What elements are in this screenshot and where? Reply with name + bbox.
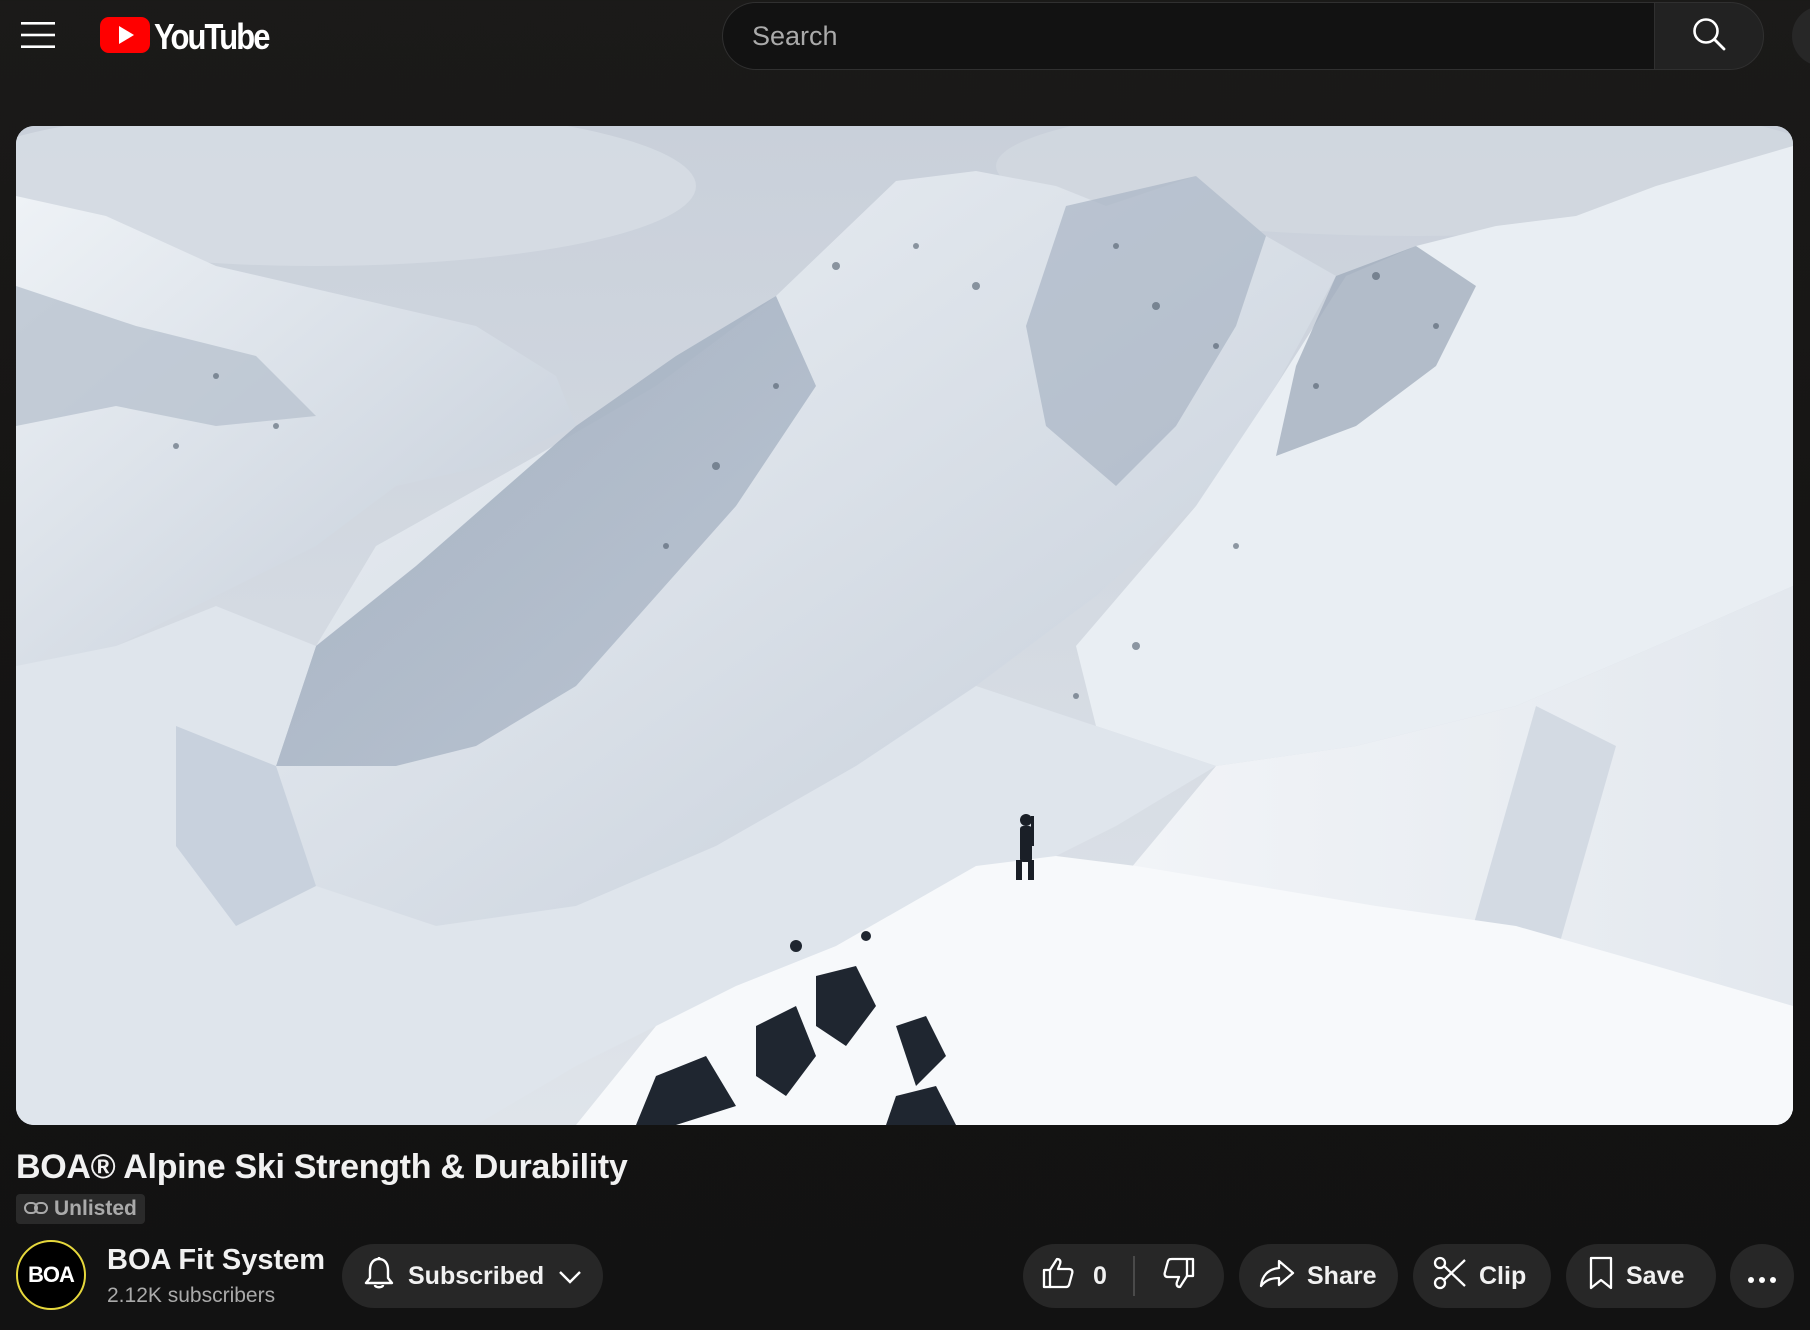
save-button[interactable]: Save	[1566, 1244, 1716, 1308]
clip-button[interactable]: Clip	[1413, 1244, 1551, 1308]
chevron-down-icon	[558, 1262, 582, 1291]
subscribed-button[interactable]: Subscribed	[342, 1244, 603, 1308]
more-horizontal-icon	[1747, 1262, 1777, 1291]
more-actions-button[interactable]	[1730, 1244, 1794, 1308]
subscriber-count: 2.12K subscribers	[107, 1284, 276, 1307]
youtube-play-icon	[100, 16, 150, 58]
subscribed-label: Subscribed	[408, 1261, 545, 1290]
create-button[interactable]	[1792, 6, 1810, 66]
share-label: Share	[1307, 1261, 1377, 1290]
masthead: YouTube	[0, 0, 1810, 76]
like-button[interactable]: 0	[1023, 1244, 1133, 1308]
unlisted-link-icon	[24, 1197, 48, 1221]
bookmark-icon	[1588, 1256, 1614, 1297]
search-icon	[1691, 16, 1727, 57]
like-count: 0	[1093, 1261, 1107, 1290]
avatar-text: BOA	[28, 1262, 75, 1287]
youtube-logo[interactable]: YouTube	[100, 16, 287, 58]
guide-menu-button[interactable]	[10, 12, 66, 62]
video-title: BOA® Alpine Ski Strength & Durability	[16, 1148, 628, 1186]
share-arrow-icon	[1259, 1258, 1295, 1295]
clip-label: Clip	[1479, 1261, 1527, 1290]
save-label: Save	[1626, 1261, 1685, 1290]
thumbs-up-icon	[1041, 1256, 1075, 1297]
channel-avatar[interactable]: BOA	[16, 1240, 86, 1310]
search-box	[722, 2, 1764, 70]
search-input[interactable]	[722, 2, 1654, 70]
unlisted-badge: Unlisted	[16, 1194, 145, 1224]
share-button[interactable]: Share	[1239, 1244, 1398, 1308]
bell-icon	[364, 1256, 394, 1297]
video-frame	[16, 126, 1793, 1125]
channel-name[interactable]: BOA Fit System	[107, 1244, 325, 1277]
like-dislike-group: 0	[1023, 1244, 1224, 1308]
menu-icon	[21, 21, 55, 53]
scissors-icon	[1433, 1256, 1467, 1297]
thumbs-down-icon	[1162, 1256, 1196, 1297]
unlisted-label: Unlisted	[54, 1197, 137, 1220]
dislike-button[interactable]	[1135, 1244, 1225, 1308]
search-button[interactable]	[1654, 2, 1764, 70]
video-player[interactable]	[16, 126, 1793, 1125]
logo-text: YouTube	[154, 16, 270, 57]
